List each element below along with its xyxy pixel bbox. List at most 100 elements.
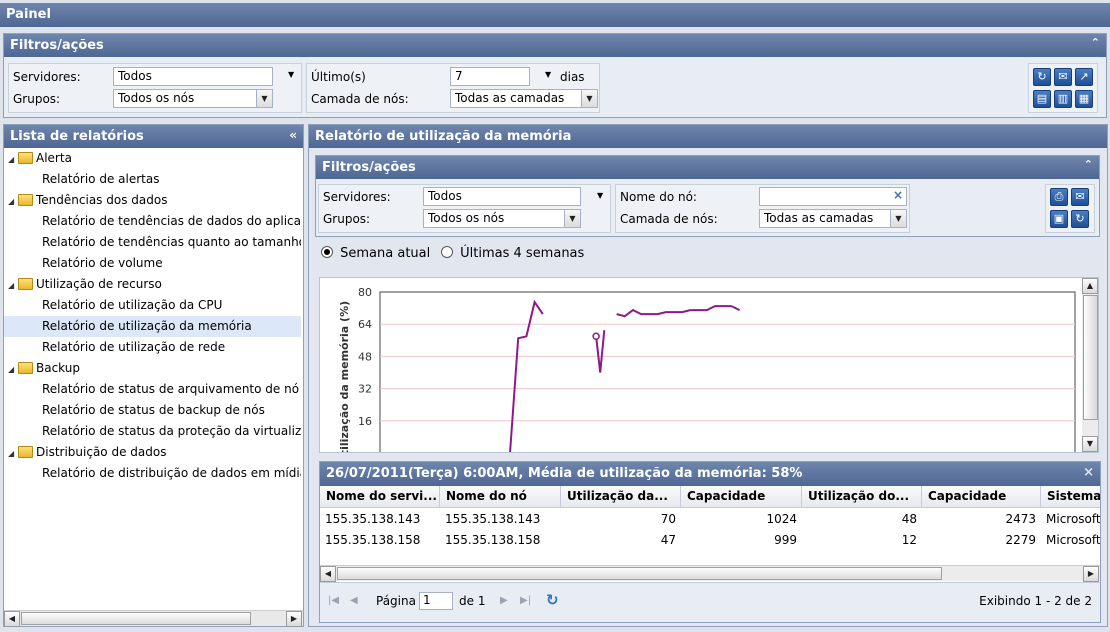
- chart-scroll-thumb[interactable]: [1083, 295, 1098, 420]
- email-icon[interactable]: ✉: [1054, 68, 1072, 86]
- tree-item[interactable]: Relatório de volume: [8, 253, 301, 274]
- toolbar-icons: ↻ ✉ ↗ ▤ ▥ ▦: [1028, 63, 1098, 113]
- clear-icon[interactable]: ×: [893, 188, 903, 202]
- expand-triangle-icon[interactable]: ◢: [8, 191, 18, 211]
- export-icon[interactable]: ↗: [1075, 68, 1093, 86]
- scroll-down-icon[interactable]: ▼: [1082, 436, 1098, 452]
- scroll-thumb[interactable]: [21, 612, 251, 625]
- radio-last-4-weeks[interactable]: Últimas 4 semanas: [441, 246, 584, 261]
- tree-label: Relatório de status de arquivamento de n…: [42, 382, 300, 396]
- tree-folder[interactable]: ◢ Distribuição de dados: [8, 442, 301, 463]
- tree-item[interactable]: Relatório de utilização da CPU: [8, 295, 301, 316]
- last-page-icon[interactable]: ▶|: [520, 595, 531, 606]
- tree-label: Distribuição de dados: [36, 445, 167, 459]
- radio-current-week[interactable]: Semana atual: [321, 246, 430, 261]
- refresh-icon[interactable]: ↻: [1071, 210, 1089, 228]
- print-icon[interactable]: ⎙: [1050, 188, 1068, 206]
- scroll-left-icon[interactable]: ◀: [320, 566, 336, 582]
- chevron-down-icon[interactable]: ▼: [256, 90, 272, 107]
- tree-folder[interactable]: ◢ Tendências dos dados: [8, 190, 301, 211]
- layout-three-column-icon[interactable]: ▦: [1075, 90, 1093, 108]
- last-input[interactable]: 7: [450, 67, 530, 86]
- servers-dropdown-icon[interactable]: ▼: [288, 70, 294, 79]
- col-header-utilization-2[interactable]: Utilização do...: [802, 486, 922, 508]
- tree-item[interactable]: Relatório de status de arquivamento de n…: [8, 379, 301, 400]
- folder-icon: [18, 152, 33, 164]
- chevron-down-icon[interactable]: ▼: [564, 210, 580, 227]
- cell-node: 155.35.138.158: [445, 533, 541, 547]
- tree-folder[interactable]: ◢ Alerta: [8, 148, 301, 169]
- tree-item[interactable]: Relatório de alertas: [8, 169, 301, 190]
- layout-single-icon[interactable]: ▤: [1033, 90, 1051, 108]
- table-row[interactable]: 155.35.138.158 155.35.138.158 47 999 12 …: [320, 530, 1100, 551]
- prev-page-icon[interactable]: ◀: [350, 595, 358, 606]
- expand-triangle-icon[interactable]: ◢: [8, 149, 18, 169]
- table-header: Nome do servi... Nome do nó Utilização d…: [320, 486, 1100, 508]
- tree-item[interactable]: Relatório de status da proteção da virtu…: [8, 421, 301, 442]
- filters-group-right: Último(s) 7 ▼ dias Camada de nós: Todas …: [306, 63, 600, 113]
- layer-combo[interactable]: Todas as camadas ▼: [450, 89, 598, 108]
- col-header-utilization-1[interactable]: Utilização da...: [561, 486, 681, 508]
- scroll-right-icon[interactable]: ▶: [1083, 566, 1099, 582]
- table-row[interactable]: 155.35.138.143 155.35.138.143 70 1024 48…: [320, 509, 1100, 530]
- groups-combo[interactable]: Todos os nós ▼: [113, 89, 273, 108]
- report-groups-combo[interactable]: Todos os nós ▼: [423, 209, 581, 228]
- refresh-icon[interactable]: ↻: [546, 591, 559, 609]
- collapse-left-icon[interactable]: «: [289, 128, 297, 142]
- tree-item[interactable]: Relatório de tendências quanto ao tamanh…: [8, 232, 301, 253]
- y-axis-label: Utilização da memória (%): [338, 301, 351, 453]
- table-hscrollbar[interactable]: ◀ ▶: [320, 565, 1100, 582]
- close-icon[interactable]: ×: [1083, 465, 1094, 480]
- scroll-right-icon[interactable]: ▶: [286, 611, 302, 627]
- expand-triangle-icon[interactable]: ◢: [8, 275, 18, 295]
- tree-label: Relatório de tendências de dados do apli…: [42, 214, 301, 228]
- col-header-capacity-2[interactable]: Capacidade: [922, 486, 1041, 508]
- email-icon[interactable]: ✉: [1071, 188, 1089, 206]
- expand-triangle-icon[interactable]: ◢: [8, 359, 18, 379]
- save-icon[interactable]: ▣: [1050, 210, 1068, 228]
- scroll-up-icon[interactable]: ▲: [1082, 278, 1098, 294]
- col-header-capacity-1[interactable]: Capacidade: [681, 486, 802, 508]
- expand-triangle-icon[interactable]: ◢: [8, 443, 18, 463]
- cell-server: 155.35.138.143: [325, 512, 421, 526]
- memory-chart: 16 32 48 64 80 Utilização da memória (%): [338, 286, 1076, 453]
- tree-item[interactable]: Relatório de tendências de dados do apli…: [8, 211, 301, 232]
- radio-unchecked-icon: [441, 246, 453, 258]
- report-layer-combo[interactable]: Todas as camadas ▼: [759, 209, 907, 228]
- tree-item[interactable]: Relatório de utilização da memória: [4, 316, 301, 337]
- table-scroll-thumb[interactable]: [337, 567, 942, 580]
- next-page-icon[interactable]: ▶: [500, 595, 508, 606]
- collapse-up-icon[interactable]: ⌃: [1091, 36, 1100, 49]
- tree-folder[interactable]: ◢ Utilização de recurso: [8, 274, 301, 295]
- col-header-system[interactable]: Sistema: [1041, 486, 1100, 508]
- report-toolbar: ⎙ ✉ ▣ ↻: [1045, 184, 1095, 233]
- report-servers-dropdown-icon[interactable]: ▼: [597, 191, 603, 200]
- report-servers-combo[interactable]: Todos: [423, 187, 581, 206]
- tree-item[interactable]: Relatório de utilização de rede: [8, 337, 301, 358]
- col-header-node[interactable]: Nome do nó: [440, 486, 561, 508]
- report-tree: ◢ Alerta Relatório de alertas ◢ Tendências d…: [4, 148, 303, 608]
- collapse-up-icon[interactable]: ⌃: [1084, 158, 1093, 171]
- node-name-input[interactable]: ×: [759, 187, 907, 206]
- page-input[interactable]: 1: [419, 592, 453, 610]
- last-dropdown-icon[interactable]: ▼: [545, 70, 551, 79]
- layout-two-column-icon[interactable]: ▥: [1054, 90, 1072, 108]
- cell-capacity-1: 1024: [766, 512, 797, 526]
- cell-server: 155.35.138.158: [325, 533, 421, 547]
- tree-label: Relatório de tendências quanto ao tamanh…: [42, 235, 301, 249]
- folder-icon: [18, 278, 33, 290]
- tree-folder[interactable]: ◢ Backup: [8, 358, 301, 379]
- report-list-hscrollbar[interactable]: ◀ ▶: [4, 610, 303, 627]
- plot-area: [379, 291, 1076, 452]
- col-header-server[interactable]: Nome do servi...: [320, 486, 440, 508]
- chevron-down-icon[interactable]: ▼: [581, 90, 597, 107]
- chart-vscrollbar[interactable]: ▲ ▼: [1082, 278, 1098, 452]
- memory-report-title: Relatório de utilização da memória: [315, 129, 572, 144]
- servers-combo[interactable]: Todos: [113, 67, 273, 86]
- refresh-icon[interactable]: ↻: [1033, 68, 1051, 86]
- tree-item[interactable]: Relatório de status de backup de nós: [8, 400, 301, 421]
- chevron-down-icon[interactable]: ▼: [890, 210, 906, 227]
- first-page-icon[interactable]: |◀: [328, 595, 339, 606]
- scroll-left-icon[interactable]: ◀: [4, 611, 20, 627]
- tree-item[interactable]: Relatório de distribuição de dados em mí…: [8, 463, 301, 484]
